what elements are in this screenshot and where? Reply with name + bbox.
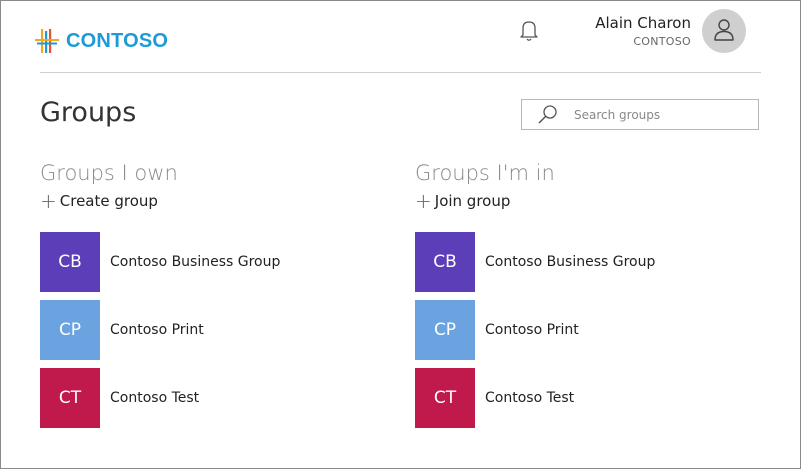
plus-icon: + [40, 189, 57, 213]
header-divider [40, 72, 761, 73]
group-item-contoso-business-group[interactable]: CB Contoso Business Group [415, 232, 655, 292]
join-group-label: Join group [434, 192, 511, 210]
group-initials: CB [58, 252, 82, 272]
group-item-contoso-test[interactable]: CT Contoso Test [40, 368, 280, 428]
group-initials: CP [433, 320, 457, 340]
create-group-label: Create group [59, 192, 158, 210]
group-initials: CP [58, 320, 82, 340]
group-tile: CT [40, 368, 100, 428]
search-input[interactable] [574, 107, 744, 122]
group-name: Contoso Print [110, 322, 204, 338]
create-group-button[interactable]: + Create group [40, 189, 280, 213]
group-name: Contoso Test [110, 390, 200, 406]
group-name: Contoso Print [485, 322, 579, 338]
group-name: Contoso Business Group [110, 254, 281, 270]
group-tile: CB [415, 232, 475, 292]
user-org: CONTOSO [633, 35, 691, 48]
group-tile: CP [415, 300, 475, 360]
group-initials: CT [433, 388, 457, 408]
group-initials: CB [433, 252, 457, 272]
group-item-contoso-print[interactable]: CP Contoso Print [415, 300, 655, 360]
user-name: Alain Charon [595, 14, 691, 32]
group-tile: CT [415, 368, 475, 428]
avatar[interactable] [702, 9, 746, 53]
group-name: Contoso Test [485, 390, 575, 406]
group-list-member: CB Contoso Business Group CP Contoso Pri… [415, 232, 655, 428]
contoso-logo[interactable]: CONTOSO [34, 28, 168, 54]
group-tile: CB [40, 232, 100, 292]
user-info[interactable]: Alain Charon CONTOSO [595, 13, 691, 48]
group-item-contoso-test[interactable]: CT Contoso Test [415, 368, 655, 428]
join-group-button[interactable]: + Join group [415, 189, 655, 213]
page-title: Groups [40, 97, 137, 128]
group-initials: CT [58, 388, 82, 408]
logo-text: CONTOSO [66, 29, 169, 52]
bell-icon[interactable] [517, 18, 541, 44]
search-icon[interactable] [536, 104, 560, 126]
groups-i-own-section: Groups I own + Create group CB Contoso B… [40, 160, 280, 436]
section-title-own: Groups I own [40, 161, 178, 185]
plus-icon: + [415, 189, 432, 213]
section-title-member: Groups I'm in [415, 161, 555, 185]
user-avatar-icon [712, 17, 736, 45]
group-list-own: CB Contoso Business Group CP Contoso Pri… [40, 232, 280, 428]
group-item-contoso-print[interactable]: CP Contoso Print [40, 300, 280, 360]
group-name: Contoso Business Group [485, 254, 656, 270]
group-tile: CP [40, 300, 100, 360]
contoso-logo-icon [34, 28, 60, 54]
search-box[interactable] [521, 99, 759, 130]
groups-im-in-section: Groups I'm in + Join group CB Contoso Bu… [415, 160, 655, 436]
group-item-contoso-business-group[interactable]: CB Contoso Business Group [40, 232, 280, 292]
